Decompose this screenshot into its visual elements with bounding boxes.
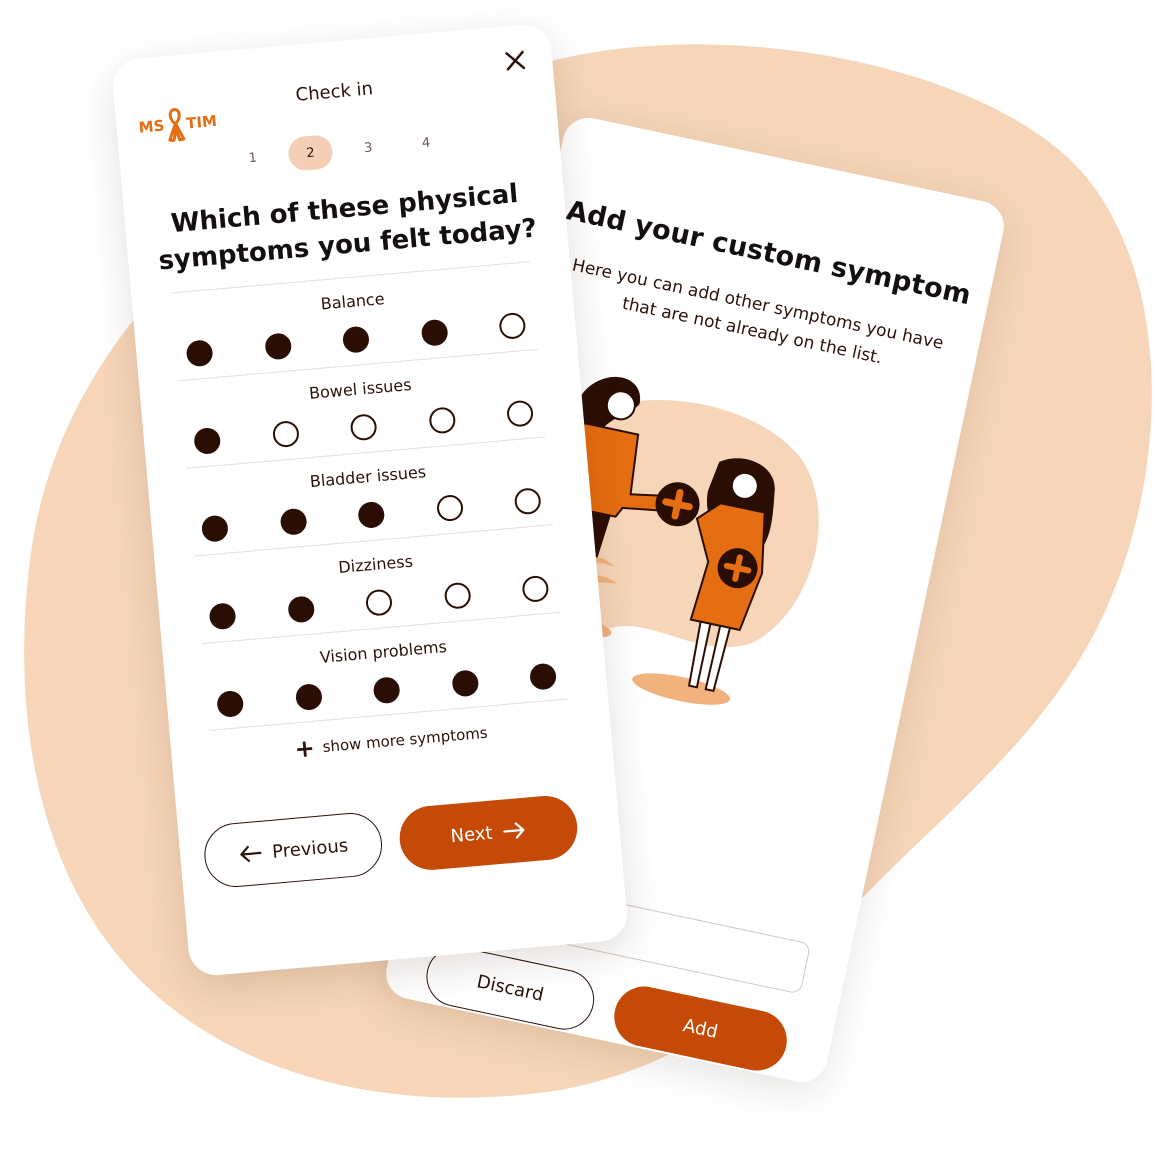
severity-dot-3[interactable] xyxy=(357,500,386,530)
severity-dot-2[interactable] xyxy=(294,683,323,712)
check-in-card: MS TIM Check in 1234 Which of these phys… xyxy=(110,22,630,978)
severity-dot-1[interactable] xyxy=(193,426,222,456)
step-3[interactable]: 3 xyxy=(345,129,392,167)
severity-dot-4[interactable] xyxy=(450,669,479,698)
severity-dot-2[interactable] xyxy=(263,332,292,361)
severity-dot-5[interactable] xyxy=(528,662,558,691)
next-button[interactable]: Next xyxy=(397,793,580,873)
header-title: Check in xyxy=(294,78,374,106)
severity-dot-2[interactable] xyxy=(271,420,300,449)
severity-dot-2[interactable] xyxy=(279,507,308,536)
severity-dot-2[interactable] xyxy=(286,595,315,624)
severity-dot-4[interactable] xyxy=(420,318,449,347)
next-label: Next xyxy=(449,822,494,847)
severity-dot-3[interactable] xyxy=(372,676,401,705)
question-heading: Which of these physical symptoms you fel… xyxy=(157,178,538,277)
step-2[interactable]: 2 xyxy=(287,134,334,172)
severity-dot-3[interactable] xyxy=(364,588,394,617)
symptom-list: Balance Bowel issues Bladder issues Dizzine… xyxy=(171,261,569,731)
severity-dot-5[interactable] xyxy=(505,399,535,428)
show-more-label: show more symptoms xyxy=(321,723,489,757)
previous-button[interactable]: Previous xyxy=(201,810,385,890)
severity-dot-3[interactable] xyxy=(349,413,378,442)
severity-dot-1[interactable] xyxy=(216,689,245,719)
severity-dot-4[interactable] xyxy=(435,494,464,523)
step-1[interactable]: 1 xyxy=(229,139,276,177)
severity-dot-5[interactable] xyxy=(498,311,527,341)
close-icon[interactable] xyxy=(503,49,527,73)
severity-dot-1[interactable] xyxy=(185,339,214,368)
severity-dot-3[interactable] xyxy=(341,325,371,354)
arrow-left-icon xyxy=(240,845,262,863)
previous-label: Previous xyxy=(271,834,349,863)
severity-dot-1[interactable] xyxy=(200,514,229,543)
severity-dot-4[interactable] xyxy=(427,406,456,435)
step-4[interactable]: 4 xyxy=(403,124,450,162)
severity-dot-4[interactable] xyxy=(443,581,472,610)
severity-dot-5[interactable] xyxy=(521,574,550,604)
plus-icon: + xyxy=(293,733,316,764)
severity-dot-5[interactable] xyxy=(513,487,542,516)
severity-dot-1[interactable] xyxy=(208,602,237,631)
logo-text-left: MS xyxy=(137,116,166,137)
arrow-right-icon xyxy=(503,822,525,839)
